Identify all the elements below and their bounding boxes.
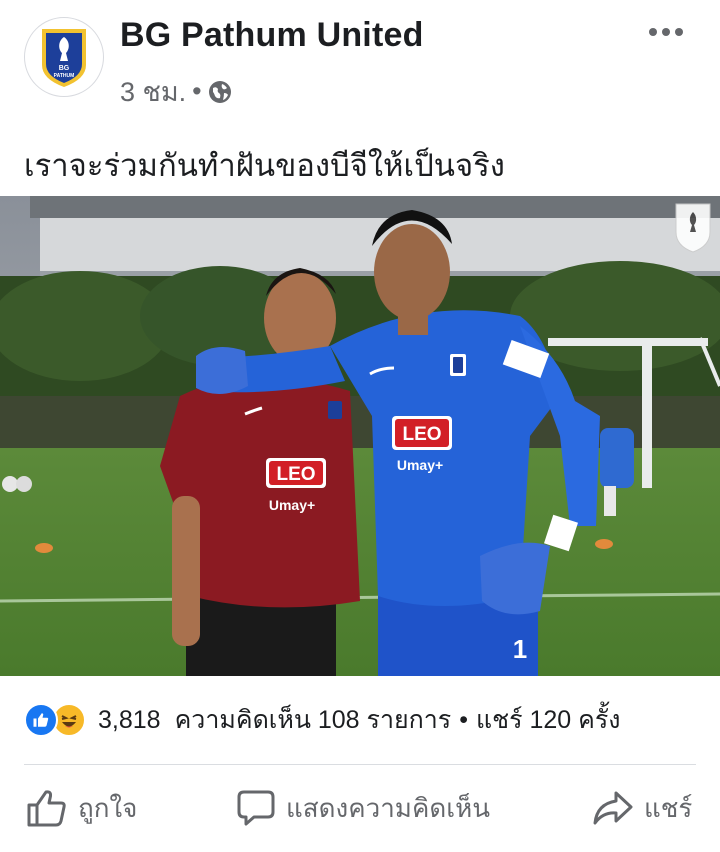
stats-separator: • <box>459 705 469 734</box>
comment-count[interactable]: ความคิดเห็น 108 รายการ <box>175 700 452 740</box>
players-photo-illustration: LEO Umay+ LEO Umay+ 1 <box>0 196 720 676</box>
post-timestamp[interactable]: 3 ชม. <box>120 70 186 113</box>
reactions-summary: 3,818 ความคิดเห็น 108 รายการ • แชร์ 120 … <box>24 694 696 746</box>
post-message: เราจะร่วมกันทำฝันของบีจีให้เป็นจริง <box>24 148 505 183</box>
crest-text-bg: BG <box>59 65 70 72</box>
crest-text-pathum: PATHUM <box>54 73 75 79</box>
keeper-shorts-number: 1 <box>513 634 527 664</box>
umay-logo-left: Umay+ <box>269 497 315 513</box>
more-dots-icon <box>649 28 683 36</box>
page-avatar[interactable]: BG PATHUM <box>24 17 104 97</box>
reaction-count[interactable]: 3,818 <box>98 706 161 735</box>
club-crest-icon: BG PATHUM <box>42 29 86 87</box>
meta-separator: • <box>192 76 202 106</box>
thumbs-up-icon <box>27 790 66 827</box>
post-meta: 3 ชม. • <box>120 70 232 113</box>
comment-bubble-icon <box>237 790 275 826</box>
like-label: ถูกใจ <box>78 792 138 823</box>
post-header: BG PATHUM BG Pathum United 3 ชม. • <box>0 0 720 118</box>
comment-label: แสดงความคิดเห็น <box>286 792 491 823</box>
share-count[interactable]: แชร์ 120 ครั้ง <box>476 700 620 740</box>
umay-logo-right: Umay+ <box>397 457 443 473</box>
like-reaction-icon <box>24 703 58 737</box>
share-button[interactable]: แชร์ <box>592 772 692 844</box>
leo-logo-left: LEO <box>276 464 315 485</box>
page-name-link[interactable]: BG Pathum United <box>120 16 424 55</box>
reaction-icons[interactable] <box>24 703 92 737</box>
leo-logo-right: LEO <box>402 424 441 445</box>
like-button[interactable]: ถูกใจ <box>26 772 137 844</box>
post-photo[interactable]: LEO Umay+ LEO Umay+ 1 <box>0 196 720 676</box>
share-label: แชร์ <box>644 792 693 823</box>
actions-divider <box>24 764 696 765</box>
share-arrow-icon <box>593 791 633 825</box>
post-actions: ถูกใจ แสดงความคิดเห็น แชร์ <box>0 772 720 844</box>
comment-button[interactable]: แสดงความคิดเห็น <box>236 772 490 844</box>
more-options-button[interactable] <box>646 18 686 46</box>
globe-icon[interactable] <box>208 80 232 104</box>
